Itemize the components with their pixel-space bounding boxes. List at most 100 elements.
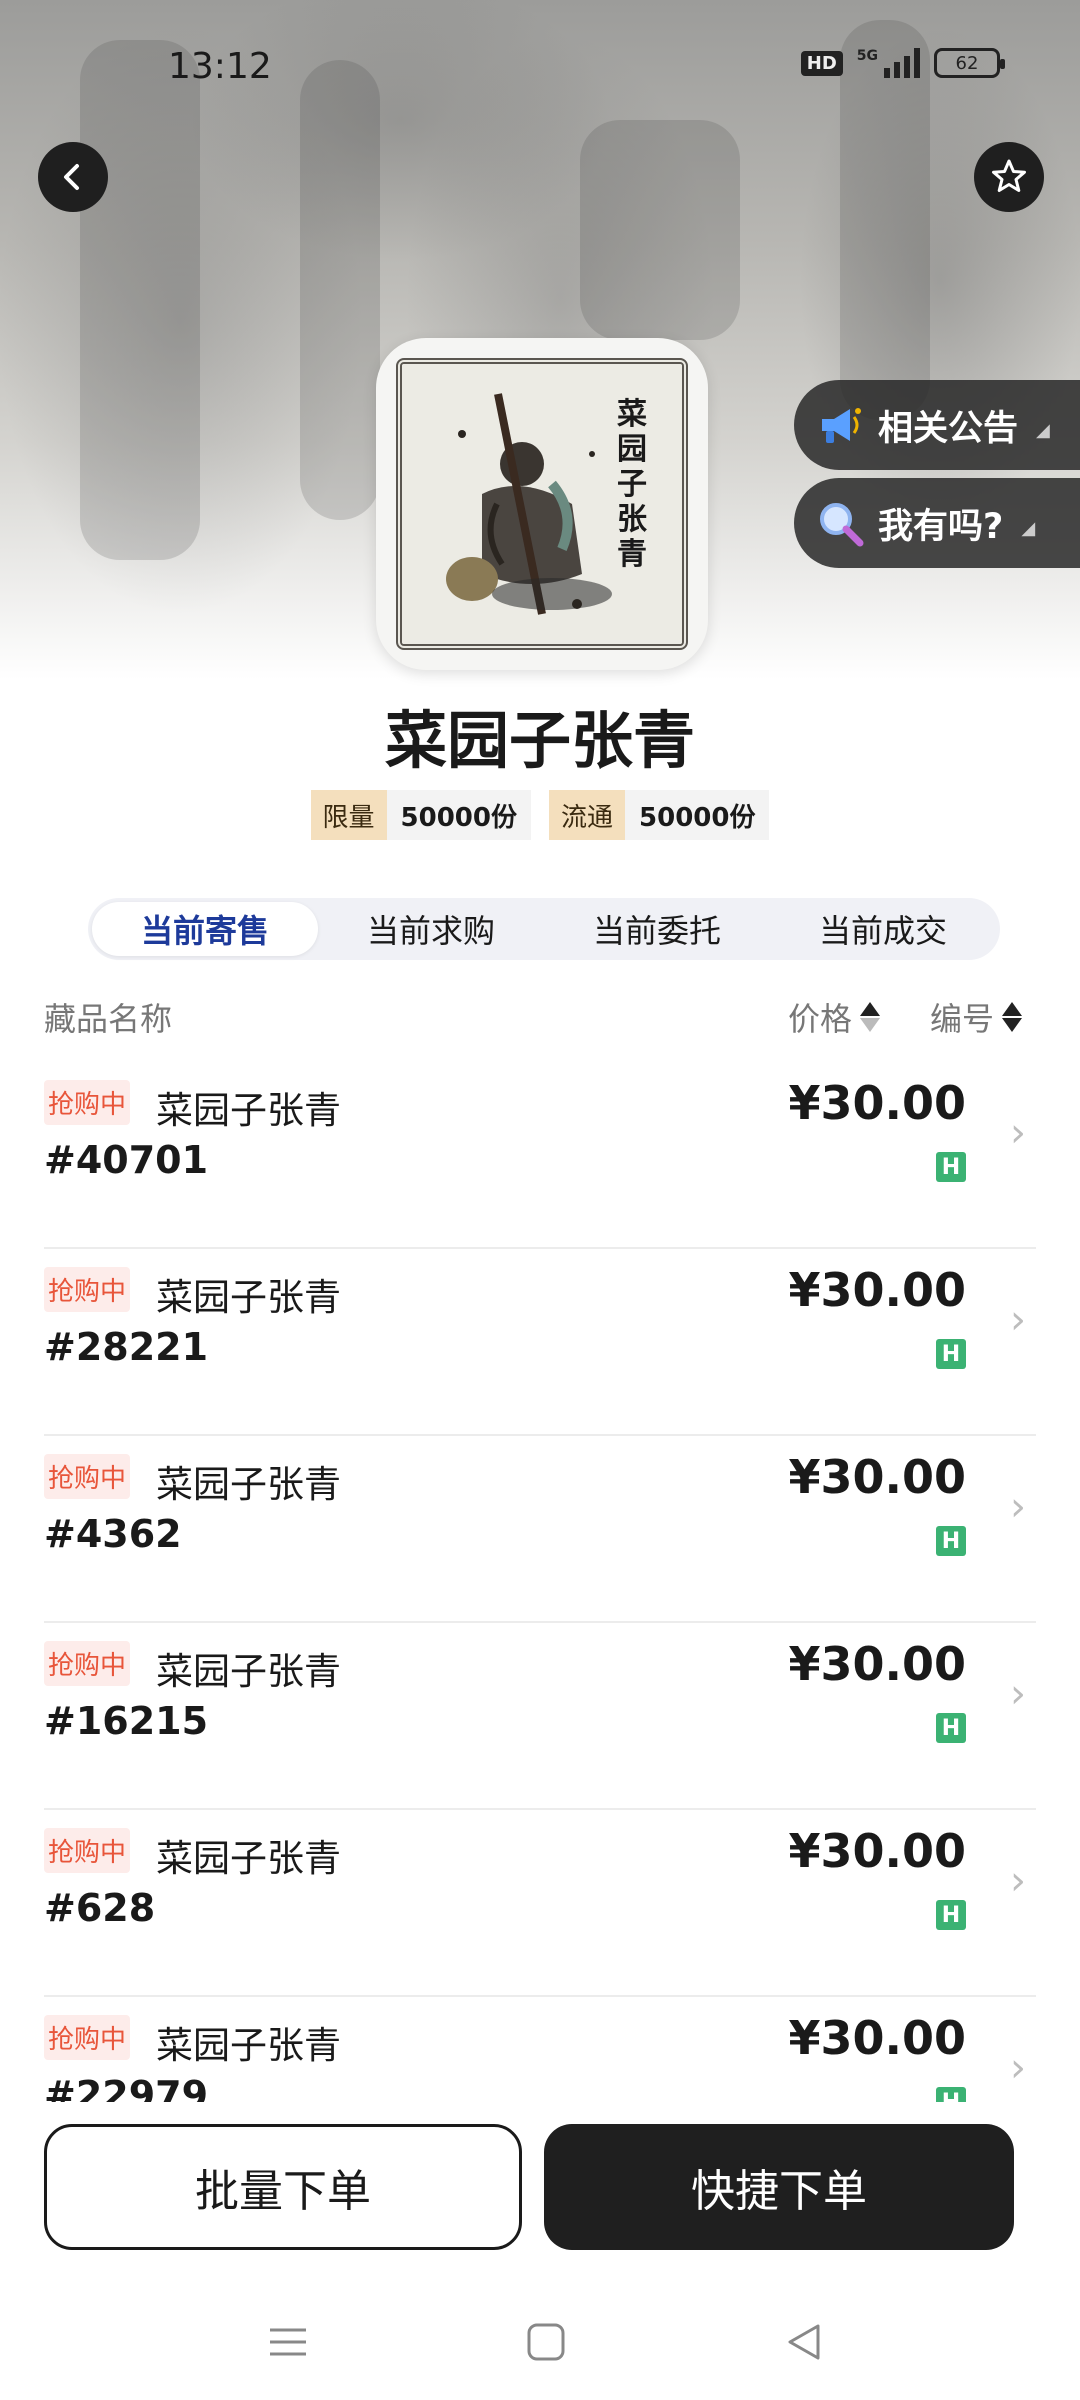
- chevron-right-icon: ›: [1010, 1671, 1026, 1717]
- magnifier-icon: [814, 497, 866, 549]
- favorite-button[interactable]: [974, 142, 1044, 212]
- sort-icon: [1002, 1002, 1023, 1032]
- network-type: 5G: [856, 48, 878, 64]
- listing-row[interactable]: 抢购中 菜园子张青 #28221 ¥30.00 H ›: [44, 1249, 1036, 1436]
- column-header-name: 藏品名称: [44, 994, 172, 1040]
- home-square-icon[interactable]: [516, 2312, 576, 2372]
- item-name: 菜园子张青: [156, 2024, 341, 2067]
- product-tags: 限量 50000份 流通 50000份: [0, 790, 1080, 840]
- status-badge: 抢购中: [44, 1267, 131, 1312]
- status-badge: 抢购中: [44, 1080, 131, 1125]
- star-icon: [992, 159, 1026, 192]
- h-tag-icon: H: [936, 1152, 966, 1182]
- h-tag-icon: H: [936, 2087, 966, 2102]
- status-badge: 抢购中: [44, 1828, 131, 1873]
- chevron-right-icon: ›: [1010, 1484, 1026, 1530]
- item-price: ¥30.00: [788, 1450, 966, 1504]
- column-header-number[interactable]: 编号: [930, 994, 1023, 1040]
- signal-icon: [884, 48, 920, 78]
- battery-icon: 62: [934, 48, 1005, 78]
- background-brush-stroke: [580, 120, 740, 340]
- h-tag-icon: H: [936, 1339, 966, 1369]
- circulation-tag: 流通 50000份: [549, 790, 770, 840]
- status-badge: 抢购中: [44, 1454, 131, 1499]
- status-badge: 抢购中: [44, 1641, 131, 1686]
- item-number: #28221: [44, 1325, 209, 1369]
- item-number: #628: [44, 1886, 156, 1930]
- back-triangle-icon[interactable]: [774, 2312, 834, 2372]
- item-name: 菜园子张青: [156, 1650, 341, 1693]
- chevron-right-icon: ›: [1010, 2045, 1026, 2091]
- tab-consignment[interactable]: 当前寄售: [92, 902, 318, 956]
- h-tag-icon: H: [936, 1713, 966, 1743]
- item-name: 菜园子张青: [156, 1463, 341, 1506]
- listing-list: 抢购中 菜园子张青 #40701 ¥30.00 H › 抢购中 菜园子张青 #2…: [0, 1062, 1080, 2102]
- batch-order-button[interactable]: 批量下单: [44, 2124, 522, 2250]
- system-nav-bar: [0, 2312, 1080, 2392]
- megaphone-icon: [814, 399, 866, 451]
- h-tag-icon: H: [936, 1900, 966, 1930]
- item-price: ¥30.00: [788, 1263, 966, 1317]
- sort-icon: [860, 1002, 881, 1032]
- item-price: ¥30.00: [788, 1076, 966, 1130]
- tab-orders[interactable]: 当前委托: [544, 902, 770, 956]
- back-button[interactable]: [38, 142, 108, 212]
- tag-key: 流通: [549, 790, 626, 840]
- chevron-right-icon: ›: [1010, 1110, 1026, 1156]
- listing-row[interactable]: 抢购中 菜园子张青 #628 ¥30.00 H ›: [44, 1810, 1036, 1997]
- limit-tag: 限量 50000份: [310, 790, 531, 840]
- announcement-pill[interactable]: 相关公告 ◢: [794, 380, 1080, 470]
- svg-text:菜: 菜: [617, 397, 647, 432]
- column-name-label: 藏品名称: [44, 1000, 173, 1038]
- svg-text:张: 张: [617, 502, 647, 537]
- status-bar: 13:12 HD 5G 62: [0, 0, 1080, 140]
- svg-text:子: 子: [617, 467, 647, 502]
- artwork-painting: 菜 园 子 张 青: [396, 358, 688, 650]
- status-icons: HD 5G 62: [800, 48, 1005, 78]
- do-i-have-pill[interactable]: 我有吗? ◢: [794, 478, 1080, 568]
- listing-tabs: 当前寄售 当前求购 当前委托 当前成交: [88, 898, 1000, 960]
- status-time: 13:12: [168, 46, 272, 87]
- item-number: #16215: [44, 1699, 209, 1743]
- tag-key: 限量: [310, 790, 387, 840]
- chevron-right-icon: ›: [1010, 1297, 1026, 1343]
- item-price: ¥30.00: [788, 2011, 966, 2065]
- artwork-thumbnail: 菜 园 子 张 青: [376, 338, 708, 670]
- battery-level: 62: [955, 52, 979, 74]
- item-price: ¥30.00: [788, 1637, 966, 1691]
- column-number-label: 编号: [930, 1000, 995, 1038]
- listing-row[interactable]: 抢购中 菜园子张青 #16215 ¥30.00 H ›: [44, 1623, 1036, 1810]
- svg-text:青: 青: [617, 537, 647, 572]
- item-number: #4362: [44, 1512, 182, 1556]
- caret-icon: ◢: [1021, 517, 1036, 539]
- chevron-left-icon: [64, 164, 79, 190]
- column-header-price[interactable]: 价格: [788, 994, 881, 1040]
- item-number: #40701: [44, 1138, 209, 1182]
- h-tag-icon: H: [936, 1526, 966, 1556]
- tab-purchase-requests[interactable]: 当前求购: [318, 902, 544, 956]
- item-name: 菜园子张青: [156, 1837, 341, 1880]
- do-i-have-label: 我有吗?: [878, 506, 1004, 547]
- item-name: 菜园子张青: [156, 1276, 341, 1319]
- listing-row[interactable]: 抢购中 菜园子张青 #4362 ¥30.00 H ›: [44, 1436, 1036, 1623]
- tag-value: 50000份: [625, 790, 770, 840]
- status-badge: 抢购中: [44, 2015, 131, 2060]
- bottom-action-bar: 批量下单 快捷下单: [0, 2102, 1080, 2400]
- listing-row[interactable]: 抢购中 菜园子张青 #22979 ¥30.00 H ›: [44, 1997, 1036, 2102]
- tab-transactions[interactable]: 当前成交: [770, 902, 996, 956]
- chevron-right-icon: ›: [1010, 1858, 1026, 1904]
- hd-icon: HD: [800, 50, 843, 76]
- listing-row[interactable]: 抢购中 菜园子张青 #40701 ¥30.00 H ›: [44, 1062, 1036, 1249]
- item-price: ¥30.00: [788, 1824, 966, 1878]
- menu-icon[interactable]: [258, 2312, 318, 2372]
- caret-icon: ◢: [1036, 419, 1050, 441]
- item-number: #22979: [44, 2073, 209, 2102]
- svg-text:园: 园: [617, 432, 647, 467]
- announcement-label: 相关公告: [878, 408, 1019, 449]
- column-price-label: 价格: [788, 1000, 853, 1038]
- quick-order-button[interactable]: 快捷下单: [544, 2124, 1014, 2250]
- item-name: 菜园子张青: [156, 1089, 341, 1132]
- ink-painting-figure: 菜 园 子 张 青: [402, 364, 682, 644]
- product-title: 菜园子张青: [384, 704, 695, 777]
- tag-value: 50000份: [386, 790, 531, 840]
